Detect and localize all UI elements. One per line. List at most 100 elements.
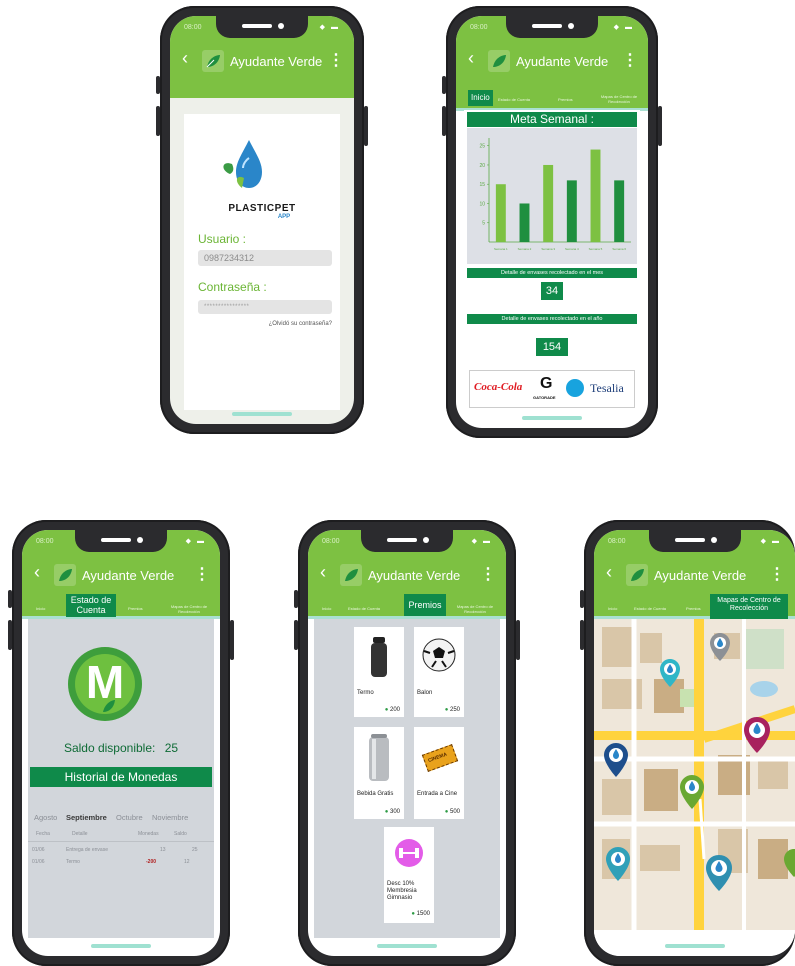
history-header: Fecha Detalle Monedas Saldo — [28, 831, 214, 842]
month-octubre[interactable]: Octubre — [116, 813, 143, 822]
y-tick-label: 10 — [479, 201, 485, 207]
bar — [590, 149, 601, 242]
home-body: Meta Semanal : 5 10 15 20 25 Semana 1 Semana 2… — [464, 110, 640, 414]
back-icon[interactable]: ‹ — [468, 48, 474, 69]
screen: 08:00 ◆ ▬ ‹ Ayudante Verde ⋮ PLASTICPET … — [170, 16, 354, 424]
tab-premios[interactable]: Premios — [128, 606, 143, 611]
screen: 08:00 ◆ ▬ ‹ Ayudante Verde ⋮ Inicio Esta… — [22, 530, 220, 956]
month-label: Detalle de envases recolectado en el mes — [467, 268, 637, 278]
tab-inicio[interactable]: Inicio — [36, 606, 45, 611]
screen: 08:00 ◆ ▬ ‹ Ayudante Verde ⋮ Inicio Esta… — [594, 530, 795, 956]
more-options-icon[interactable]: ⋮ — [769, 564, 785, 584]
tab-estado-cuenta[interactable]: Estado de Cuenta — [66, 594, 116, 617]
coin-icon: ● — [444, 809, 449, 815]
brand-circle-logo — [566, 379, 584, 397]
status-time: 08:00 — [36, 538, 54, 545]
month-noviembre[interactable]: Noviembre — [152, 813, 188, 822]
prize-card[interactable]: Desc 10% Membresia Gimnasio ● 1500 — [384, 827, 434, 923]
month-septiembre[interactable]: Septiembre — [66, 813, 107, 822]
status-icons: ◆ ▬ — [613, 24, 634, 31]
tab-bar: Inicio Estado de Cuenta Premios Mapas de… — [456, 90, 648, 111]
collection-centers-map[interactable] — [594, 619, 795, 937]
bar — [566, 180, 577, 242]
tab-mapas[interactable]: Mapas de Centro de Recolección — [164, 604, 214, 614]
prize-card[interactable]: CINEMA Entrada a Cine ● 500 — [414, 727, 464, 819]
can-icon — [369, 734, 389, 781]
login-card: PLASTICPET APP Usuario : 0987234312 Cont… — [184, 114, 340, 410]
prize-card[interactable]: Balon ● 250 — [414, 627, 464, 717]
home-indicator[interactable] — [232, 412, 292, 416]
coin-icon: ● — [411, 911, 415, 917]
cinema-ticket-icon: CINEMA — [421, 744, 459, 772]
leaf-logo-icon — [54, 564, 76, 586]
app-header: 08:00 ◆ ▬ ‹ Ayudante Verde ⋮ — [170, 16, 354, 98]
x-tick-label: Semana 5 — [589, 247, 603, 251]
home-indicator[interactable] — [522, 416, 582, 420]
back-icon[interactable]: ‹ — [606, 562, 612, 583]
status-time: 08:00 — [608, 538, 626, 545]
coin-icon: ● — [444, 707, 449, 713]
back-icon[interactable]: ‹ — [34, 562, 40, 583]
app-title: Ayudante Verde — [82, 568, 175, 583]
bar — [543, 164, 554, 242]
home-indicator[interactable] — [377, 944, 437, 948]
home-indicator[interactable] — [91, 944, 151, 948]
user-field[interactable]: 0987234312 — [198, 250, 332, 266]
phone-home: 08:00 ◆ ▬ ‹ Ayudante Verde ⋮ Inicio Esta… — [442, 6, 662, 438]
tab-premios[interactable]: Premios — [686, 606, 701, 611]
back-icon[interactable]: ‹ — [182, 48, 188, 69]
cocacola-logo: Coca-Cola — [474, 381, 523, 393]
bar — [614, 180, 625, 242]
app-title: Ayudante Verde — [654, 568, 747, 583]
app-title: Ayudante Verde — [230, 54, 323, 69]
back-icon[interactable]: ‹ — [320, 562, 326, 583]
tab-inicio[interactable]: Inicio — [468, 90, 493, 106]
tesalia-logo: Tesalia — [590, 381, 624, 395]
tab-inicio[interactable]: Inicio — [608, 606, 617, 611]
bar — [495, 184, 506, 242]
status-icons: ◆ ▬ — [185, 538, 206, 545]
forgot-password-link[interactable]: ¿Olvidó su contraseña? — [269, 321, 332, 327]
phone-account: 08:00 ◆ ▬ ‹ Ayudante Verde ⋮ Inicio Esta… — [8, 520, 234, 966]
tab-mapas[interactable]: Mapas de Centro de Recolección — [710, 594, 788, 619]
tab-inicio[interactable]: Inicio — [322, 606, 331, 611]
account-body: M Saldo disponible: 25 Historial de Mone… — [28, 619, 214, 938]
tab-bar: Inicio Estado de Cuenta Premios Mapas de… — [594, 594, 795, 619]
month-value-badge: 34 — [541, 282, 563, 300]
status-time: 08:00 — [184, 24, 202, 31]
password-field[interactable]: **************** — [198, 300, 332, 314]
tab-estado-cuenta[interactable]: Estado de Cuenta — [634, 606, 666, 611]
phone-login: 08:00 ◆ ▬ ‹ Ayudante Verde ⋮ PLASTICPET … — [156, 6, 368, 434]
tab-premios[interactable]: Premios — [404, 594, 446, 616]
coin-icon: ● — [384, 809, 389, 815]
more-options-icon[interactable]: ⋮ — [622, 50, 638, 70]
tab-premios[interactable]: Premios — [558, 97, 573, 102]
screen: 08:00 ◆ ▬ ‹ Ayudante Verde ⋮ Inicio Esta… — [308, 530, 506, 956]
gatorade-logo: GATORADE — [533, 395, 556, 400]
home-indicator[interactable] — [664, 944, 725, 948]
status-time: 08:00 — [322, 538, 340, 545]
more-options-icon[interactable]: ⋮ — [480, 564, 496, 584]
phone-prizes: 08:00 ◆ ▬ ‹ Ayudante Verde ⋮ Inicio Esta… — [294, 520, 520, 966]
bar — [519, 203, 530, 242]
tab-estado-cuenta[interactable]: Estado de Cuenta — [498, 97, 530, 102]
x-tick-label: Semana 1 — [494, 247, 508, 251]
status-icons: ◆ ▬ — [319, 24, 340, 31]
leaf-icon — [103, 700, 115, 712]
y-tick-label: 20 — [479, 163, 485, 169]
tab-mapas[interactable]: Mapas de Centro de Recolección — [450, 604, 500, 614]
tab-estado-cuenta[interactable]: Estado de Cuenta — [348, 606, 380, 611]
more-options-icon[interactable]: ⋮ — [194, 564, 210, 584]
balance-label: Saldo disponible: — [63, 741, 156, 755]
bottle-icon — [371, 637, 387, 677]
sponsors-strip: Coca-Cola G GATORADE Tesalia — [469, 370, 635, 408]
coin-icon: ● — [384, 707, 389, 713]
prize-card[interactable]: Termo ● 200 — [354, 627, 404, 717]
prize-card[interactable]: Bebida Gratis ● 300 — [354, 727, 404, 819]
tab-mapas[interactable]: Mapas de Centro de Recolección — [594, 94, 644, 104]
leaf-logo-icon — [202, 50, 224, 72]
y-tick-label: 5 — [482, 221, 485, 227]
soccer-ball-icon — [422, 638, 456, 672]
more-options-icon[interactable]: ⋮ — [328, 50, 344, 70]
month-agosto[interactable]: Agosto — [34, 813, 57, 822]
